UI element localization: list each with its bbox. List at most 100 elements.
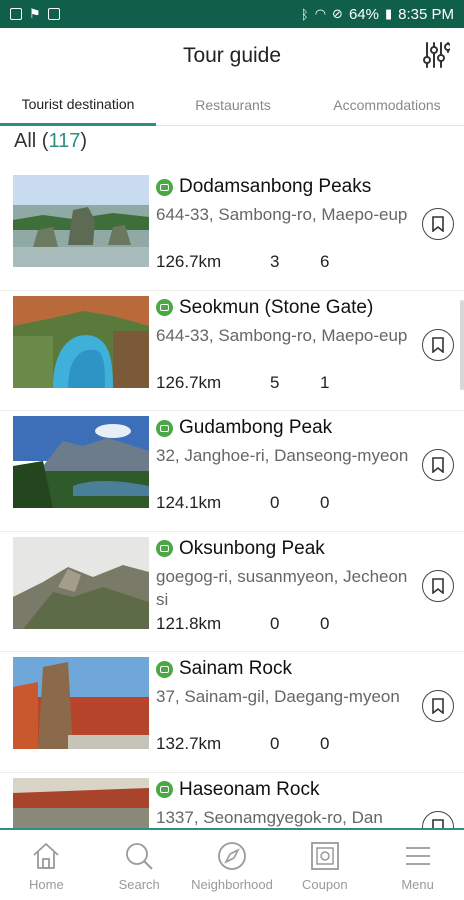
nav-search[interactable]: Search (93, 830, 186, 900)
bookmark-icon (432, 698, 444, 714)
menu-icon (405, 847, 430, 865)
nav-neighborhood-label: Neighborhood (191, 877, 273, 892)
item-name: Seokmun (Stone Gate) (179, 296, 374, 318)
item-count-a: 5 (270, 372, 280, 392)
item-count-b: 0 (320, 493, 330, 512)
thumbnail-image (13, 657, 149, 749)
item-title-row: Haseonam Rock (156, 779, 319, 801)
attraction-category-icon (156, 781, 173, 798)
thumbnail-image (13, 175, 149, 267)
item-count-b: 1 (320, 372, 330, 392)
item-address: 644-33, Sambong-ro, Maepo-eup (156, 325, 408, 345)
bookmark-icon (432, 457, 444, 473)
do-not-disturb-icon: ⊘ (332, 6, 343, 21)
item-count-b: 0 (320, 734, 330, 753)
item-distance: 121.8km (156, 613, 222, 633)
tab-accommodations[interactable]: Accommodations (310, 84, 464, 126)
attraction-category-icon (156, 178, 173, 196)
item-distance: 126.7km (156, 372, 222, 392)
sliders-icon (423, 42, 452, 68)
status-bar: ⚑ ᛒ ◠ ⊘ 64% ▮ 8:35 PM (0, 0, 464, 28)
item-address: 37, Sainam-gil, Daegang-myeon (156, 687, 400, 706)
item-meta: 126.7km 5 1 (156, 373, 329, 393)
bookmark-button[interactable] (422, 690, 454, 722)
count-close-paren: ) (80, 130, 88, 152)
wifi-icon: ◠ (314, 6, 327, 21)
list-item[interactable]: Dodamsanbong Peaks 644-33, Sambong-ro, M… (0, 170, 464, 291)
bookmark-icon (432, 336, 444, 353)
item-count-a: 3 (270, 252, 280, 271)
item-title-row: Dodamsanbong Peaks (156, 176, 371, 198)
compass-icon (218, 842, 246, 870)
page-title: Tour guide (182, 44, 282, 67)
item-count-b: 6 (320, 252, 330, 271)
bottom-navigation: Home Search Neighborhood Coupon Menu (0, 828, 464, 900)
bookmark-button[interactable] (422, 328, 454, 361)
notification-icons: ⚑ (10, 6, 60, 22)
count-number: 117 (48, 130, 81, 152)
category-tabs: Tourist destination Restaurants Accommod… (0, 84, 464, 126)
system-icons: ᛒ ◠ ⊘ 64% ▮ 8:35 PM (301, 6, 454, 23)
item-address: 32, Janghoe-ri, Danseong-myeon (156, 446, 409, 465)
bookmark-icon (432, 216, 444, 232)
bookmark-button[interactable] (422, 569, 454, 602)
item-name: Gudambong Peak (179, 417, 333, 438)
item-title-row: Seokmun (Stone Gate) (156, 297, 373, 319)
nav-menu[interactable]: Menu (371, 830, 464, 900)
bookmark-button[interactable] (422, 449, 454, 481)
coupon-icon (310, 842, 339, 870)
item-address: goegog-ri, susanmyeon, Jecheonsi (156, 566, 408, 609)
search-icon (126, 843, 153, 870)
list-item[interactable]: Oksunbong Peak goegog-ri, susanmyeon, Je… (0, 532, 464, 652)
item-meta: 132.7km 0 0 (156, 734, 329, 754)
item-name: Dodamsanbong Peaks (179, 176, 372, 197)
home-icon (33, 843, 59, 869)
flag-icon: ⚑ (29, 6, 41, 21)
filter-button[interactable] (422, 40, 452, 70)
item-name: Sainam Rock (179, 658, 292, 679)
battery-icon: ▮ (384, 6, 393, 21)
item-distance: 126.7km (156, 252, 222, 271)
item-address: 1337, Seonamgyegok-ro, Dan (156, 807, 383, 827)
tab-tourist-destination[interactable]: Tourist destination (0, 84, 156, 126)
attraction-category-icon (156, 540, 173, 557)
scroll-indicator (460, 300, 464, 390)
item-address: 644-33, Sambong-ro, Maepo-eup (156, 205, 408, 224)
list-item[interactable]: Seokmun (Stone Gate) 644-33, Sambong-ro,… (0, 291, 464, 411)
count-label: All (14, 130, 37, 152)
app-header: Tour guide (0, 28, 464, 84)
item-title-row: Oksunbong Peak (156, 538, 325, 560)
item-title-row: Sainam Rock (156, 658, 292, 680)
item-distance: 132.7km (156, 734, 222, 753)
battery-percent: 64% (348, 5, 379, 23)
tab-restaurants[interactable]: Restaurants (156, 84, 310, 126)
bluetooth-icon: ᛒ (300, 6, 309, 22)
item-meta: 121.8km 0 0 (156, 614, 329, 634)
item-title-row: Gudambong Peak (156, 417, 332, 439)
bookmark-button[interactable] (422, 208, 454, 240)
attraction-category-icon (156, 660, 173, 678)
item-name: Oksunbong Peak (179, 537, 325, 559)
clock: 8:35 PM (398, 5, 454, 23)
item-distance: 124.1km (156, 493, 222, 512)
item-count-b: 0 (320, 613, 330, 633)
thumbnail-image (13, 536, 149, 629)
destination-list: Dodamsanbong Peaks 644-33, Sambong-ro, M… (0, 170, 464, 893)
item-count-a: 0 (270, 613, 280, 633)
attraction-category-icon (156, 419, 173, 437)
nav-home-label: Home (29, 877, 64, 892)
thumbnail-image (13, 416, 149, 508)
google-icon (47, 8, 60, 20)
item-meta: 126.7km 3 6 (156, 252, 329, 272)
item-meta: 124.1km 0 0 (156, 493, 329, 513)
nav-menu-label: Menu (401, 877, 434, 892)
nav-neighborhood[interactable]: Neighborhood (186, 830, 279, 900)
result-count: All (117) (14, 130, 87, 153)
nav-coupon[interactable]: Coupon (278, 830, 371, 900)
nav-home[interactable]: Home (0, 830, 93, 900)
list-item[interactable]: Gudambong Peak 32, Janghoe-ri, Danseong-… (0, 411, 464, 532)
list-item[interactable]: Sainam Rock 37, Sainam-gil, Daegang-myeo… (0, 652, 464, 773)
item-name: Haseonam Rock (179, 778, 320, 800)
thumbnail-image (13, 295, 149, 388)
item-count-a: 0 (270, 734, 280, 753)
